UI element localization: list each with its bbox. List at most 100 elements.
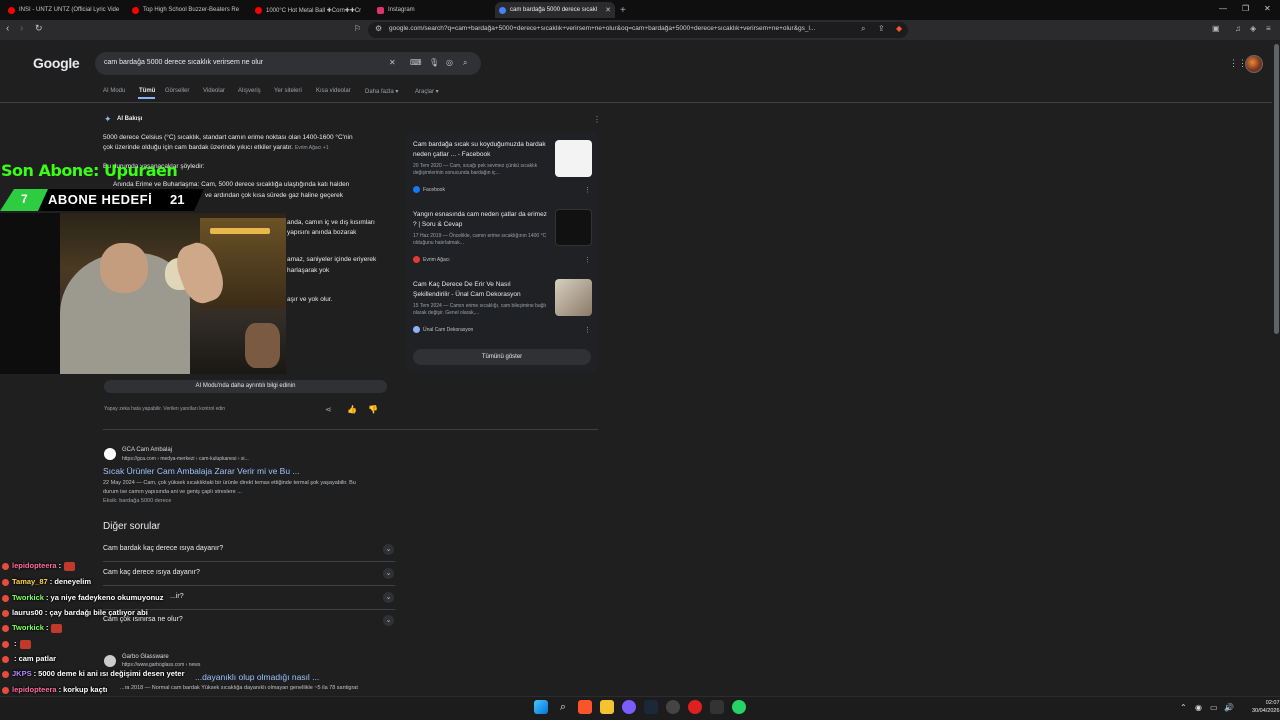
network-icon[interactable]: ◉ xyxy=(1195,703,1202,712)
tab-4[interactable]: Instagram xyxy=(377,2,487,18)
paa-question[interactable]: Cam bardak kaç derece ısıya dayanır? xyxy=(103,545,223,552)
start-icon[interactable] xyxy=(534,700,548,714)
clock[interactable]: 02:07 30/04/2026 xyxy=(1252,699,1280,715)
search-icon[interactable]: ⌕ xyxy=(463,58,467,68)
brave-icon[interactable] xyxy=(578,700,592,714)
chat-username: Tworkick xyxy=(12,623,44,632)
scrollbar-thumb[interactable] xyxy=(1274,44,1279,334)
app-icon[interactable] xyxy=(666,700,680,714)
minimize-icon[interactable]: — xyxy=(1219,4,1227,13)
thumbs-up-icon[interactable]: 👍 xyxy=(347,405,357,414)
back-icon[interactable]: ‹ xyxy=(6,23,9,34)
chat-username: Tworkick xyxy=(12,593,44,602)
source-title[interactable]: Yangın esnasında cam neden çatlar da eri… xyxy=(413,210,548,230)
source-thumbnail[interactable] xyxy=(555,140,592,177)
tab-2[interactable]: Top High School Buzzer-Beaters Re xyxy=(132,2,242,18)
zoom-icon[interactable]: ⌕ xyxy=(861,24,865,34)
forward-icon[interactable]: › xyxy=(20,23,23,34)
evrim-agaci-icon xyxy=(413,256,420,263)
tab-3[interactable]: 1000°C Hot Metal Ball ✚Corn✚✚Cr xyxy=(255,2,365,18)
result-site-name[interactable]: GCA Cam Ambalaj xyxy=(122,447,172,453)
chat-emote xyxy=(51,623,63,633)
tray-chevron-icon[interactable]: ⌃ xyxy=(1180,703,1187,712)
chat-message: lepidopteera: korkup kaçtı xyxy=(2,685,107,694)
filter-short-videos[interactable]: Kısa videolar xyxy=(316,88,351,94)
new-tab-button[interactable]: + xyxy=(620,2,626,18)
ai-mode-more-button[interactable]: AI Modu'nda daha ayrıntılı bilgi edinin xyxy=(104,380,387,393)
filter-ai-mode[interactable]: AI Modu xyxy=(103,88,125,94)
chevron-down-icon[interactable]: ⌄ xyxy=(383,592,394,603)
share-icon[interactable]: ⋖ xyxy=(325,405,332,414)
filter-more[interactable]: Daha fazla ▾ xyxy=(365,88,398,95)
chat-text: : xyxy=(14,639,17,648)
source-snippet: 20 Tem 2020 — Cam, sıcağı pek sevmez çün… xyxy=(413,163,538,176)
google-logo[interactable]: Google xyxy=(33,55,80,71)
bookmark-icon[interactable]: ⚐ xyxy=(354,24,361,33)
volume-icon[interactable]: 🔊 xyxy=(1224,703,1234,712)
lens-icon[interactable]: ◎ xyxy=(446,58,453,67)
tab-1[interactable]: INSI - UNTZ UNTZ (Official Lyric Vide xyxy=(8,2,120,18)
chevron-down-icon[interactable]: ⌄ xyxy=(383,544,394,555)
source-thumbnail[interactable] xyxy=(555,279,592,316)
mic-icon[interactable]: 🎙 xyxy=(429,58,439,67)
source-title[interactable]: Cam Kaç Derece De Erir Ve Nasıl Şekillen… xyxy=(413,280,548,300)
filter-videos[interactable]: Videolar xyxy=(203,88,225,94)
result-url[interactable]: https://gca.com › medya-merkezi › cam-ku… xyxy=(122,456,249,462)
result-url[interactable]: https://www.garboglass.com › news xyxy=(122,662,200,668)
more-options-icon[interactable]: ⋮ xyxy=(584,186,591,194)
close-tab-icon[interactable]: ✕ xyxy=(601,6,611,14)
clear-search-icon[interactable]: ✕ xyxy=(389,58,396,67)
site-info-icon[interactable]: ⚙ xyxy=(375,24,382,33)
tab-active[interactable]: cam bardağa 5000 derece sıcakl ✕ xyxy=(495,2,615,18)
wallet-icon[interactable]: ◈ xyxy=(1250,24,1256,33)
avatar[interactable] xyxy=(1245,55,1263,73)
app-icon[interactable] xyxy=(710,700,724,714)
restore-icon[interactable]: ❐ xyxy=(1242,4,1249,13)
search-query[interactable]: cam bardağa 5000 derece sıcaklık verirse… xyxy=(104,59,263,66)
whatsapp-icon[interactable] xyxy=(732,700,746,714)
app-icon[interactable] xyxy=(622,700,636,714)
filter-images[interactable]: Görseller xyxy=(165,88,189,94)
url-text[interactable]: google.com/search?q=cam+bardağa+5000+der… xyxy=(389,25,854,32)
chat-text: : xyxy=(45,623,49,632)
more-options-icon[interactable]: ⋮ xyxy=(584,256,591,264)
menu-icon[interactable]: ≡ xyxy=(1266,24,1271,33)
brave-shield-icon[interactable]: ◆ xyxy=(896,24,902,33)
source-title[interactable]: Cam bardağa sıcak su koyduğumuzda bardak… xyxy=(413,140,548,160)
steam-icon[interactable] xyxy=(644,700,658,714)
ai-text-line: yapısını anında bozarak xyxy=(287,229,357,236)
chevron-down-icon[interactable]: ⌄ xyxy=(383,568,394,579)
more-options-icon[interactable]: ⋮ xyxy=(584,326,591,334)
source-thumbnail[interactable] xyxy=(555,209,592,246)
opera-icon[interactable] xyxy=(688,700,702,714)
filter-all[interactable]: Tümü xyxy=(139,88,155,94)
chat-badge-icon xyxy=(2,655,9,663)
citation-chip[interactable]: Evrim Ağacı +1 xyxy=(295,145,329,151)
close-window-icon[interactable]: ✕ xyxy=(1264,4,1271,13)
reload-icon[interactable]: ↻ xyxy=(35,23,43,34)
chevron-down-icon[interactable]: ⌄ xyxy=(383,615,394,626)
filter-shopping[interactable]: Alışveriş xyxy=(238,88,261,94)
ai-text-line: harlaşarak yok xyxy=(287,267,330,274)
search-icon[interactable]: ⌕ xyxy=(556,700,570,714)
filter-places[interactable]: Yer siteleri xyxy=(274,88,302,94)
result-site-name[interactable]: Garbo Glassware xyxy=(122,654,169,660)
filter-tools[interactable]: Araçlar ▾ xyxy=(415,88,439,95)
thumbs-down-icon[interactable]: 👎 xyxy=(368,405,378,414)
folder-icon[interactable] xyxy=(600,700,614,714)
result-title[interactable]: ...dayanıklı olup olmadığı nasıl ... xyxy=(195,672,319,682)
chat-badge-icon xyxy=(2,609,9,617)
paa-question[interactable]: Cam kaç derece ısıya dayanır? xyxy=(103,569,200,576)
sidebar-icon[interactable]: ▣ xyxy=(1212,24,1220,33)
result-title[interactable]: Sıcak Ürünler Cam Ambalaja Zarar Verir m… xyxy=(103,466,300,476)
keyboard-icon[interactable]: ⌨ xyxy=(410,58,422,67)
share-icon[interactable]: ⇪ xyxy=(878,24,885,33)
ai-disclaimer: Yapay zeka hata yapabilir. Verilen yanıt… xyxy=(104,406,226,412)
paa-question[interactable]: ...ir? xyxy=(170,593,184,600)
battery-icon[interactable]: ▭ xyxy=(1210,703,1218,712)
paa-question[interactable]: Cam çok ısınırsa ne olur? xyxy=(103,616,183,623)
youtube-icon xyxy=(132,6,139,14)
more-options-icon[interactable]: ⋮ xyxy=(593,115,601,124)
show-all-button[interactable]: Tümünü göster xyxy=(413,349,591,365)
media-icon[interactable]: ♫ xyxy=(1235,24,1241,33)
